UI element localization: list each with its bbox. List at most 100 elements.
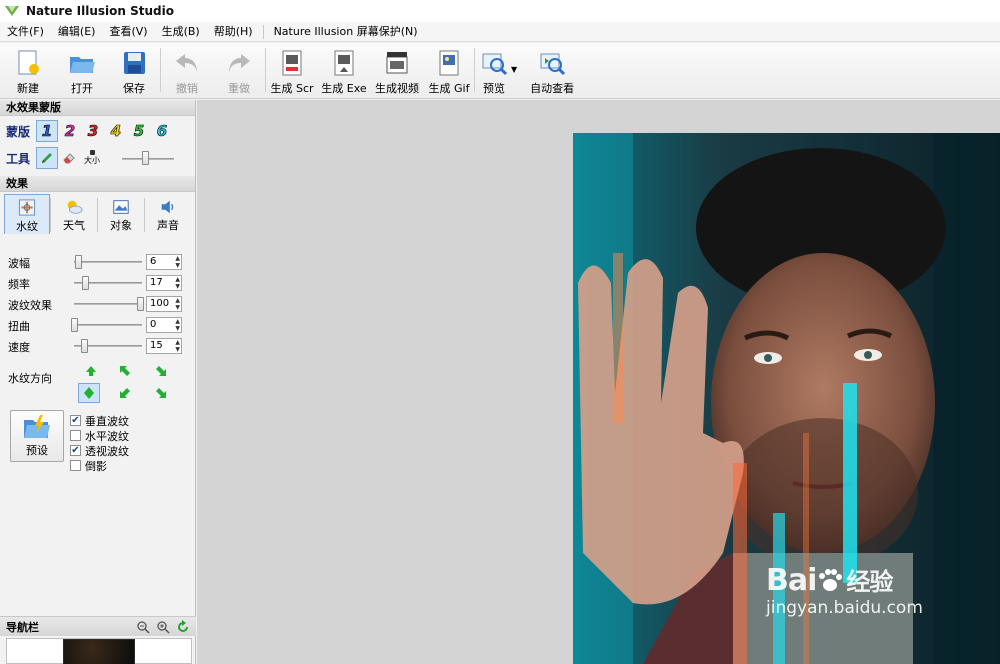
- tab-sound[interactable]: 声音: [145, 194, 191, 234]
- spin-arrows-icon[interactable]: ▲ ▼: [175, 276, 180, 290]
- menu-bar: 文件(F) 编辑(E) 查看(V) 生成(B) 帮助(H) Nature Ill…: [0, 22, 1000, 42]
- param-value: 100: [150, 298, 170, 309]
- direction-up-left-button[interactable]: [114, 361, 136, 381]
- zoom-in-icon[interactable]: [156, 620, 170, 634]
- eraser-icon: [63, 153, 75, 164]
- param-label: 波幅: [8, 257, 30, 270]
- checkbox[interactable]: ✔: [70, 415, 81, 426]
- param-label: 扭曲: [8, 320, 30, 333]
- pencil-icon: [42, 153, 52, 163]
- mask-row: 蒙版 1 2 3 4 5 6: [0, 118, 195, 144]
- checkbox-row[interactable]: 水平波纹: [70, 428, 129, 443]
- brush-tool-button[interactable]: [36, 147, 58, 169]
- arrow-down-right-icon: [156, 388, 166, 398]
- weather-sun-cloud-icon: [67, 200, 83, 214]
- direction-label: 水纹方向: [8, 372, 52, 385]
- open-button[interactable]: 打开: [56, 43, 108, 97]
- param-slider-track: [74, 303, 142, 305]
- preview-button[interactable]: 预览: [475, 43, 513, 97]
- mask-2-button[interactable]: 2: [59, 120, 81, 142]
- mask-3-button[interactable]: 3: [82, 120, 104, 142]
- mask-4-button[interactable]: 4: [105, 120, 127, 142]
- param-slider-thumb[interactable]: [80, 339, 88, 353]
- brush-size-indicator: 大小: [84, 150, 100, 166]
- watermark-url: jingyan.baidu.com: [766, 598, 923, 618]
- arrow-down-left-icon: [120, 388, 130, 398]
- eraser-tool-button[interactable]: [58, 147, 80, 169]
- spin-arrows-icon[interactable]: ▲ ▼: [175, 255, 180, 269]
- refresh-icon[interactable]: [176, 619, 190, 634]
- param-slider-thumb[interactable]: [137, 297, 144, 311]
- menu-build[interactable]: 生成(B): [155, 22, 207, 42]
- checkbox-row[interactable]: 倒影: [70, 458, 107, 473]
- toolbar: 新建 打开 保存 撤销 重做 生成 Scr 生成 Exe 生成视频 生成 Gif…: [0, 43, 1000, 99]
- redo-button[interactable]: 重做: [213, 43, 265, 97]
- direction-down-right-button[interactable]: [150, 361, 172, 381]
- brush-size-slider-thumb[interactable]: [141, 151, 149, 165]
- arrow-down-right-icon: [156, 366, 166, 376]
- tool-row: 工具 大小: [0, 144, 195, 172]
- new-button[interactable]: 新建: [0, 43, 56, 97]
- checkbox[interactable]: [70, 430, 81, 441]
- mask-6-button[interactable]: 6: [151, 120, 173, 142]
- preset-button[interactable]: 预设: [10, 410, 64, 462]
- param-value: 0: [150, 319, 157, 330]
- tab-object[interactable]: 对象: [98, 194, 144, 234]
- direction-center-button[interactable]: [78, 383, 100, 403]
- navigator-view[interactable]: [6, 638, 192, 664]
- param-row: 扭曲 0 ▲ ▼: [0, 315, 196, 335]
- param-spinbox[interactable]: 15 ▲ ▼: [146, 338, 182, 354]
- tab-ripple[interactable]: 水纹: [4, 194, 50, 234]
- param-label: 频率: [8, 278, 30, 291]
- param-slider-thumb[interactable]: [71, 318, 78, 332]
- tab-weather[interactable]: 天气: [51, 194, 97, 234]
- param-spinbox[interactable]: 6 ▲ ▼: [146, 254, 182, 270]
- checkbox[interactable]: [70, 460, 81, 471]
- generate-scr-button[interactable]: 生成 Scr: [266, 43, 318, 97]
- preview-dropdown-icon[interactable]: ▼: [511, 65, 517, 74]
- spin-arrows-icon[interactable]: ▲ ▼: [175, 318, 180, 332]
- param-spinbox[interactable]: 17 ▲ ▼: [146, 275, 182, 291]
- direction-down-right-2-button[interactable]: [150, 383, 172, 403]
- menu-file[interactable]: 文件(F): [0, 22, 51, 42]
- spin-arrows-icon[interactable]: ▲ ▼: [175, 297, 180, 311]
- effect-tabs: 水纹 天气 对象 声音: [4, 194, 195, 234]
- left-panel: 水效果蒙版 蒙版 1 2 3 4 5 6 工具 大小 效果 水纹 天气 对象 声…: [0, 100, 196, 664]
- baidu-watermark: Bai 经验 jingyan.baidu.com: [766, 562, 986, 642]
- gif-image-icon: [439, 50, 459, 76]
- checkbox-row[interactable]: ✔ 透视波纹: [70, 443, 129, 458]
- generate-gif-button[interactable]: 生成 Gif: [424, 43, 474, 97]
- arrow-up-left-icon: [120, 366, 130, 376]
- auto-view-button[interactable]: 自动查看: [523, 43, 581, 97]
- auto-view-magnifier-icon: [540, 53, 566, 76]
- menu-view[interactable]: 查看(V): [102, 22, 154, 42]
- paw-icon: [819, 569, 843, 591]
- generate-exe-button[interactable]: 生成 Exe: [318, 43, 370, 97]
- watermark-brand: Bai: [766, 563, 817, 598]
- checkbox[interactable]: ✔: [70, 445, 81, 456]
- spin-arrows-icon[interactable]: ▲ ▼: [175, 339, 180, 353]
- undo-button[interactable]: 撤销: [161, 43, 213, 97]
- param-slider-track: [74, 261, 142, 263]
- tool-label: 工具: [6, 151, 31, 166]
- param-slider-thumb[interactable]: [82, 276, 90, 290]
- checkbox-row[interactable]: ✔ 垂直波纹: [70, 413, 129, 428]
- object-image-icon: [113, 200, 129, 214]
- param-slider-thumb[interactable]: [74, 255, 82, 269]
- generate-video-button[interactable]: 生成视频: [370, 43, 424, 97]
- param-value: 17: [150, 277, 163, 288]
- menu-help[interactable]: 帮助(H): [207, 22, 260, 42]
- title-bar: Nature Illusion Studio: [0, 0, 1000, 22]
- direction-up-button[interactable]: [80, 361, 102, 381]
- save-button[interactable]: 保存: [108, 43, 160, 97]
- menu-screensaver[interactable]: Nature Illusion 屏幕保护(N): [267, 22, 425, 42]
- menu-edit[interactable]: 编辑(E): [51, 22, 103, 42]
- mask-section-header: 水效果蒙版: [0, 100, 195, 116]
- direction-down-left-button[interactable]: [114, 383, 136, 403]
- zoom-out-icon[interactable]: [136, 620, 150, 634]
- window-title: Nature Illusion Studio: [26, 4, 174, 18]
- param-spinbox[interactable]: 100 ▲ ▼: [146, 296, 182, 312]
- mask-1-button[interactable]: 1: [36, 120, 58, 142]
- param-spinbox[interactable]: 0 ▲ ▼: [146, 317, 182, 333]
- mask-5-button[interactable]: 5: [128, 120, 150, 142]
